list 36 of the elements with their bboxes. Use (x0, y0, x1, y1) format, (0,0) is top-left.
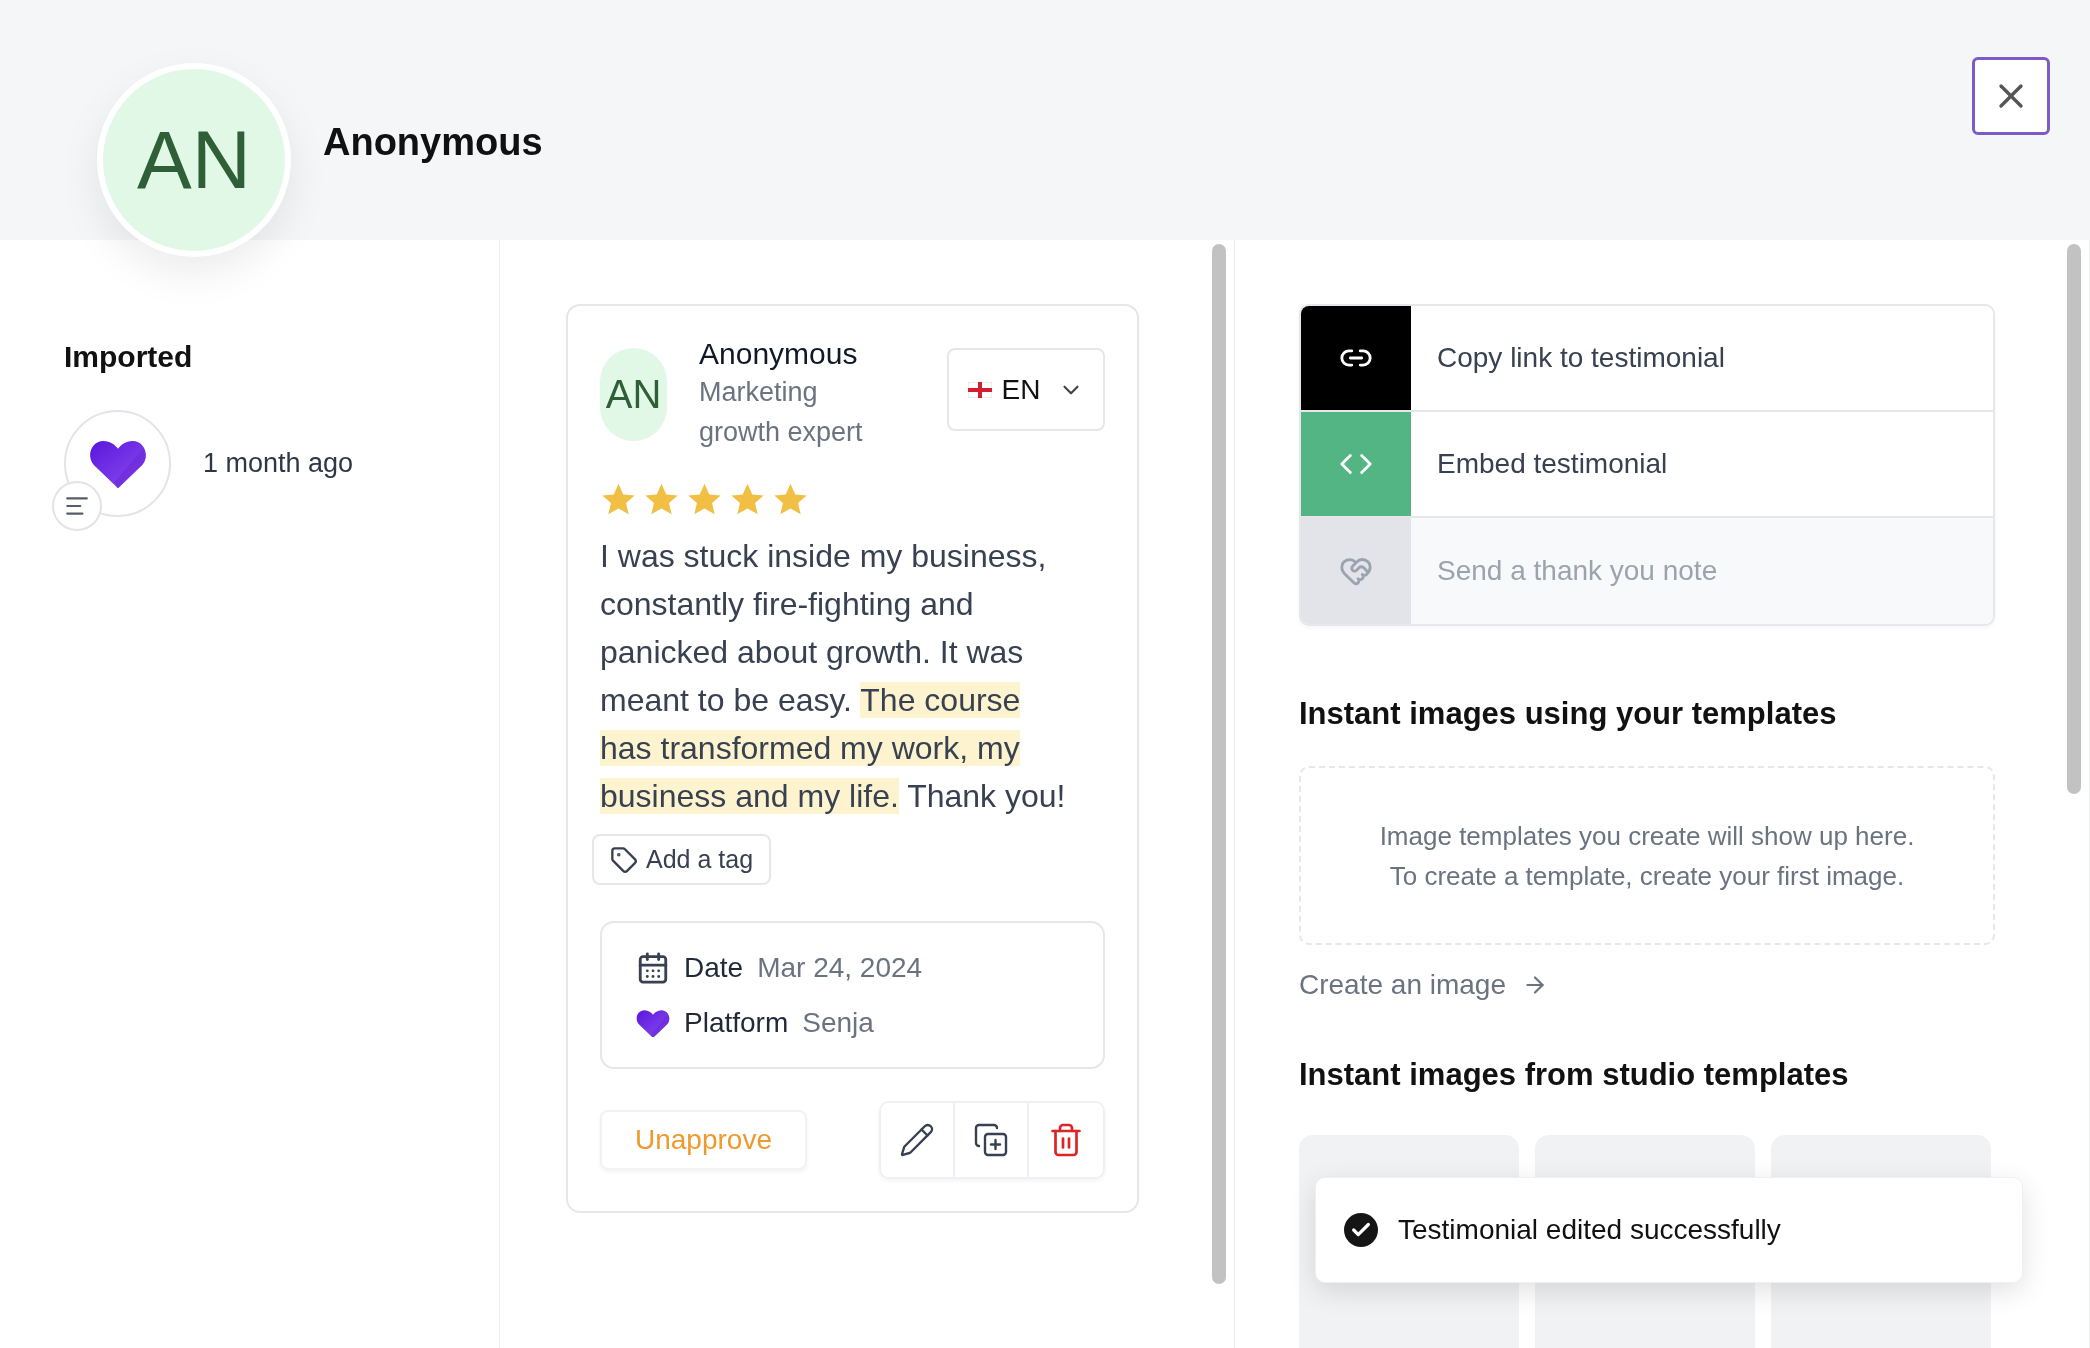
close-button[interactable] (1972, 57, 2050, 135)
pencil-icon (899, 1122, 935, 1158)
heart-icon (636, 1008, 670, 1038)
action-item[interactable]: Copy link to testimonial (1301, 306, 1993, 412)
testimonial-text: I was stuck inside my business, constantly fire-fighting and panicked about growth. It was meant to be easy. The course has transformed my work, my business and my life. Thank you! (600, 537, 1067, 816)
detail-value: Senja (802, 1007, 874, 1039)
action-item[interactable]: Embed testimonial (1301, 412, 1993, 518)
detail-value: Mar 24, 2024 (757, 952, 923, 984)
section-title: Instant images from studio templates (1299, 1057, 1850, 1093)
section-title: Instant images using your templates (1299, 696, 1838, 732)
tag-icon (610, 845, 638, 874)
add-tag-button[interactable]: Add a tag (592, 834, 772, 885)
detail-label: Platform (684, 1007, 789, 1039)
create-image-link[interactable]: Create an image (1299, 969, 1548, 1001)
check-icon (1344, 1213, 1378, 1247)
source-title: Imported (64, 340, 194, 374)
flag-icon (967, 381, 992, 398)
copy-plus-icon (973, 1122, 1009, 1158)
toast-message: Testimonial edited successfully (1398, 1214, 1781, 1246)
detail-label: Date (684, 952, 744, 984)
delete-button[interactable] (1029, 1103, 1103, 1177)
imported-time: 1 month ago (203, 448, 354, 479)
author-name: Anonymous (699, 336, 859, 372)
duplicate-button[interactable] (955, 1103, 1029, 1177)
author-role: Marketing growth expert (699, 376, 864, 449)
trash-icon (1048, 1122, 1084, 1158)
calendar-icon (636, 951, 670, 985)
language-dropdown[interactable]: EN (947, 348, 1105, 431)
edit-button[interactable] (881, 1103, 955, 1177)
notes-button[interactable] (52, 481, 102, 531)
empty-message: Image templates you create will show up here. To create a template, create your first image. (1379, 819, 1915, 893)
scrollbar[interactable] (2067, 244, 2081, 794)
heart-icon (88, 438, 147, 489)
contact-name: Anonymous (323, 121, 544, 164)
scrollbar[interactable] (1212, 244, 1226, 1284)
author-avatar: AN (600, 348, 667, 441)
